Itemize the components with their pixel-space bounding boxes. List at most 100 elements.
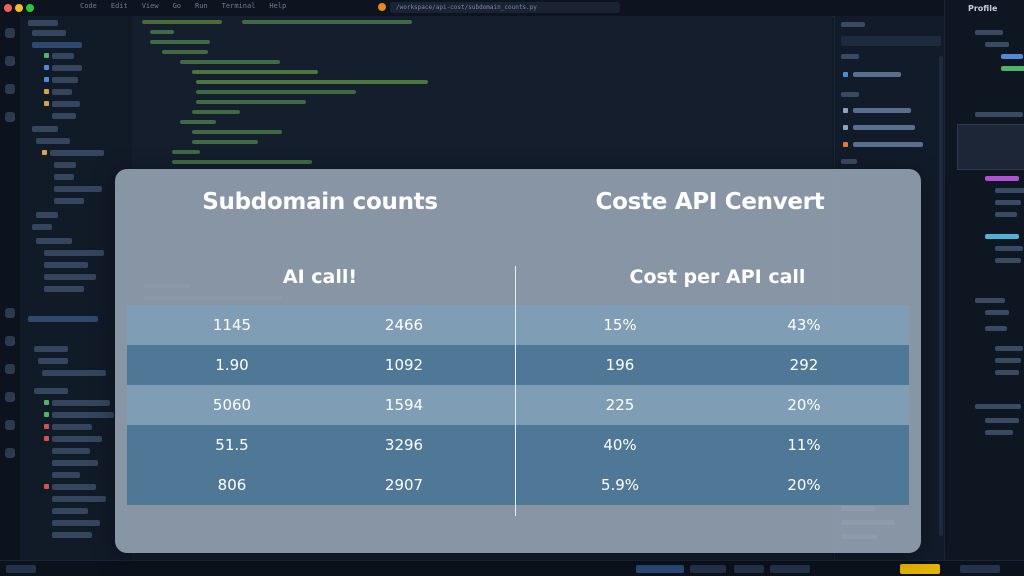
tree-item[interactable] [52, 400, 110, 406]
tree-item[interactable] [52, 484, 96, 490]
tree-item[interactable] [36, 212, 58, 218]
tree-item-selected[interactable] [28, 316, 98, 322]
tree-item[interactable] [32, 126, 58, 132]
tree-item[interactable] [52, 448, 90, 454]
panel-row [841, 54, 859, 59]
terminal-icon[interactable] [5, 364, 15, 374]
tree-item[interactable] [36, 138, 70, 144]
menu-item-view[interactable]: View [142, 2, 159, 10]
tree-item[interactable] [52, 520, 100, 526]
panel-row[interactable] [853, 108, 911, 113]
menu-item-help[interactable]: Help [269, 2, 286, 10]
tree-item[interactable] [44, 250, 104, 256]
tree-item[interactable] [52, 77, 78, 83]
tree-item[interactable] [44, 262, 88, 268]
tree-item[interactable] [52, 412, 114, 418]
status-item[interactable] [6, 565, 36, 573]
panel-row [995, 246, 1023, 251]
tree-item[interactable] [52, 65, 82, 71]
search-icon[interactable] [5, 56, 15, 66]
tree-item[interactable] [32, 30, 66, 36]
cloud-icon[interactable] [5, 448, 15, 458]
panel-row [985, 326, 1007, 331]
status-item[interactable] [734, 565, 764, 573]
tree-item[interactable] [28, 20, 58, 26]
accounts-icon[interactable] [5, 336, 15, 346]
panel-row [995, 370, 1019, 375]
panel-row[interactable] [853, 72, 901, 77]
menu-item-code[interactable]: Code [80, 2, 97, 10]
tree-item[interactable] [34, 388, 68, 394]
cost-overlay-card: Subdomain counts Coste API Cenvert AI ca… [115, 169, 921, 553]
panel-row [841, 92, 859, 97]
tree-item-selected[interactable] [32, 42, 82, 48]
menu-item-go[interactable]: Go [173, 2, 181, 10]
activity-bar [0, 16, 21, 560]
tree-item[interactable] [54, 174, 74, 180]
folder-icon [44, 89, 49, 94]
tree-item[interactable] [52, 436, 102, 442]
close-window-icon[interactable] [4, 4, 12, 12]
table-cell: 3296 [384, 436, 424, 454]
panel-row[interactable] [853, 142, 923, 147]
files-icon[interactable] [5, 28, 15, 38]
menu-item-run[interactable]: Run [195, 2, 208, 10]
status-item[interactable] [770, 565, 810, 573]
menu-item-edit[interactable]: Edit [111, 2, 128, 10]
tree-item[interactable] [34, 346, 68, 352]
tree-item[interactable] [52, 496, 106, 502]
table-cell: 196 [605, 356, 635, 374]
tree-item[interactable] [52, 460, 98, 466]
tree-item[interactable] [50, 150, 104, 156]
status-action-button[interactable] [900, 564, 940, 574]
debug-icon[interactable] [5, 112, 15, 122]
minimize-window-icon[interactable] [15, 4, 23, 12]
code-line [192, 70, 318, 74]
tree-item[interactable] [54, 198, 84, 204]
tree-item[interactable] [52, 53, 74, 59]
code-line [242, 20, 412, 24]
preview-thumbnail[interactable] [957, 124, 1024, 170]
title-right: Coste API Cenvert [595, 189, 825, 215]
tree-item[interactable] [52, 472, 80, 478]
tree-item[interactable] [52, 424, 92, 430]
panel-row[interactable] [853, 125, 915, 130]
status-item[interactable] [636, 565, 684, 573]
ide-window: Code Edit View Go Run Terminal Help /wor… [0, 0, 1024, 576]
maximize-window-icon[interactable] [26, 4, 34, 12]
tree-item[interactable] [38, 358, 68, 364]
tree-item[interactable] [52, 89, 72, 95]
tree-item[interactable] [42, 370, 106, 376]
gear-icon[interactable] [5, 392, 15, 402]
panel-row [995, 200, 1021, 205]
tree-item[interactable] [54, 186, 102, 192]
menu-item-terminal[interactable]: Terminal [222, 2, 256, 10]
code-line [180, 120, 216, 124]
source-control-icon[interactable] [5, 84, 15, 94]
panel-row [985, 234, 1019, 239]
tree-item[interactable] [32, 224, 52, 230]
tree-item[interactable] [52, 532, 92, 538]
table-cell: 51.5 [215, 436, 249, 454]
extensions-icon[interactable] [5, 308, 15, 318]
table-cell: 15% [603, 316, 637, 334]
scrollbar[interactable] [939, 56, 943, 536]
status-item[interactable] [960, 565, 1000, 573]
tree-item[interactable] [52, 113, 76, 119]
table-cell: 40% [603, 436, 637, 454]
tree-item[interactable] [36, 238, 72, 244]
tree-item[interactable] [52, 101, 80, 107]
bell-icon[interactable] [5, 420, 15, 430]
tree-item[interactable] [52, 508, 88, 514]
code-line [180, 60, 280, 64]
table-cell: 1145 [212, 316, 252, 334]
tree-item[interactable] [44, 274, 96, 280]
table-cell: 292 [789, 356, 819, 374]
command-search-input[interactable]: /workspace/api-cost/subdomain_counts.py [390, 2, 620, 13]
status-item[interactable] [690, 565, 726, 573]
panel-row [985, 310, 1009, 315]
table-cell: 1594 [384, 396, 424, 414]
panel-search[interactable] [841, 36, 941, 46]
tree-item[interactable] [44, 286, 84, 292]
tree-item[interactable] [54, 162, 76, 168]
